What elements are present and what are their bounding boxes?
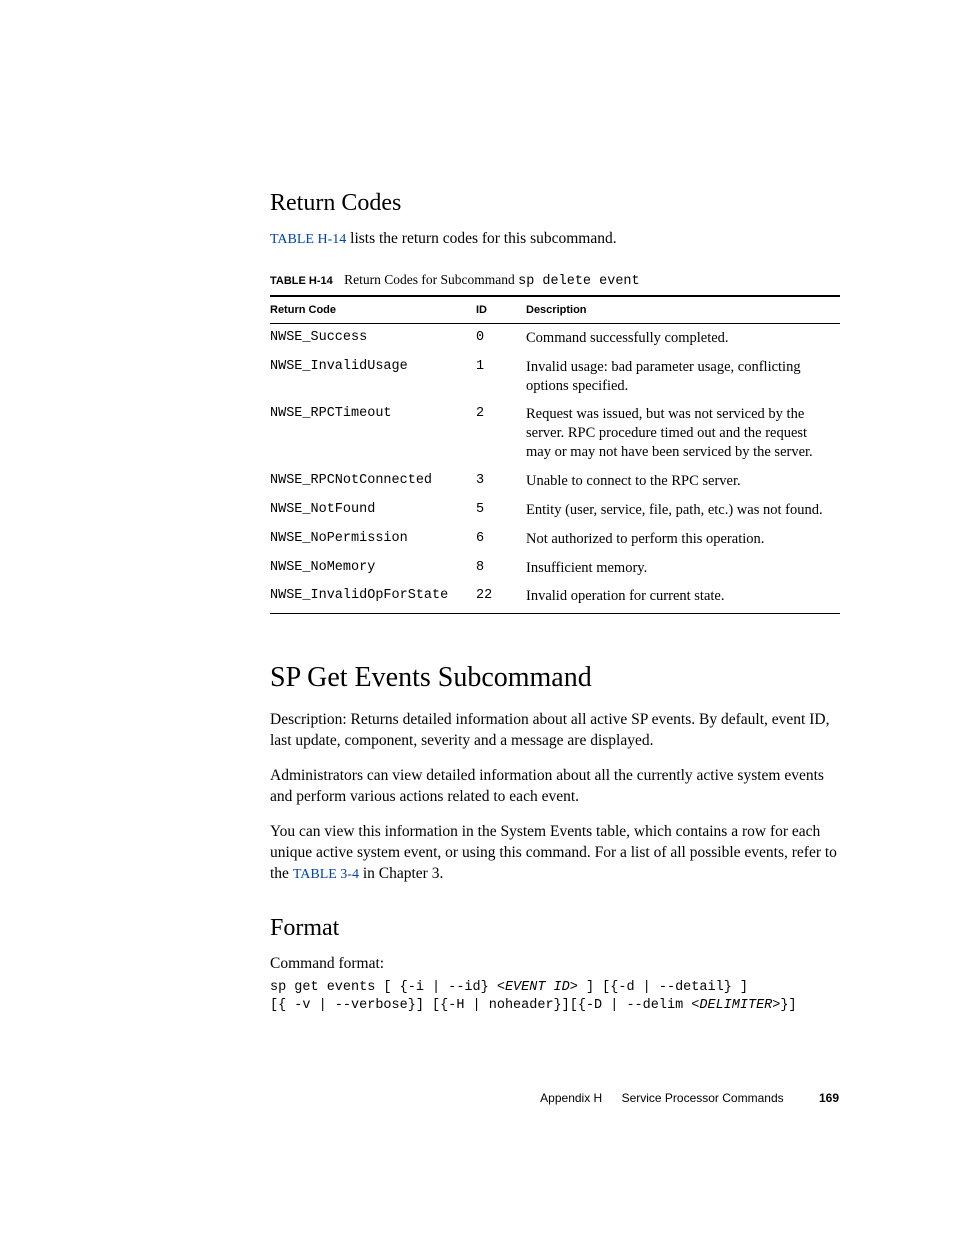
- para3-post: in Chapter 3.: [359, 865, 443, 882]
- return-codes-heading: Return Codes: [270, 190, 840, 217]
- cell-return-code: NWSE_NoPermission: [270, 525, 476, 554]
- footer-page-number: 169: [819, 1091, 839, 1105]
- cell-description: Invalid operation for current state.: [526, 582, 840, 613]
- cell-id: 2: [476, 400, 526, 467]
- col-header-return-code: Return Code: [270, 296, 476, 324]
- cell-return-code: NWSE_RPCNotConnected: [270, 467, 476, 496]
- cell-description: Invalid usage: bad parameter usage, conf…: [526, 353, 840, 401]
- footer-title: Service Processor Commands: [622, 1091, 784, 1105]
- page-footer: Appendix H Service Processor Commands 16…: [540, 1091, 839, 1105]
- cell-id: 0: [476, 323, 526, 352]
- footer-appendix: Appendix H: [540, 1091, 602, 1105]
- sp-get-events-para3: You can view this information in the Sys…: [270, 822, 840, 885]
- intro-suffix: lists the return codes for this subcomma…: [346, 230, 616, 247]
- table-row: NWSE_NoMemory8Insufficient memory.: [270, 554, 840, 583]
- cell-return-code: NWSE_RPCTimeout: [270, 400, 476, 467]
- sp-get-events-para1: Description: Returns detailed informatio…: [270, 710, 840, 752]
- cell-description: Not authorized to perform this operation…: [526, 525, 840, 554]
- cell-return-code: NWSE_NotFound: [270, 496, 476, 525]
- page-content: Return Codes TABLE H-14 lists the return…: [270, 190, 840, 1015]
- table-row: NWSE_InvalidUsage1Invalid usage: bad par…: [270, 353, 840, 401]
- table-caption-text: Return Codes for Subcommand: [344, 272, 518, 287]
- cell-return-code: NWSE_Success: [270, 323, 476, 352]
- cmd-ital2: DELIMITER: [699, 998, 772, 1013]
- cell-id: 6: [476, 525, 526, 554]
- return-codes-intro: TABLE H-14 lists the return codes for th…: [270, 229, 840, 250]
- cell-id: 3: [476, 467, 526, 496]
- cell-return-code: NWSE_InvalidUsage: [270, 353, 476, 401]
- cell-return-code: NWSE_NoMemory: [270, 554, 476, 583]
- col-header-description: Description: [526, 296, 840, 324]
- table-row: NWSE_NoPermission6Not authorized to perf…: [270, 525, 840, 554]
- cell-id: 5: [476, 496, 526, 525]
- table-row: NWSE_RPCNotConnected3Unable to connect t…: [270, 467, 840, 496]
- command-format-lead: Command format:: [270, 954, 840, 975]
- cmd-seg1: sp get events [ {-i | --id} <: [270, 980, 505, 995]
- table-caption: TABLE H-14 Return Codes for Subcommand s…: [270, 272, 840, 289]
- cell-id: 1: [476, 353, 526, 401]
- table-row: NWSE_NotFound5Entity (user, service, fil…: [270, 496, 840, 525]
- cell-return-code: NWSE_InvalidOpForState: [270, 582, 476, 613]
- cell-description: Command successfully completed.: [526, 323, 840, 352]
- sp-get-events-para2: Administrators can view detailed informa…: [270, 766, 840, 808]
- cell-description: Unable to connect to the RPC server.: [526, 467, 840, 496]
- cell-description: Insufficient memory.: [526, 554, 840, 583]
- cell-description: Request was issued, but was not serviced…: [526, 400, 840, 467]
- col-header-id: ID: [476, 296, 526, 324]
- table-row: NWSE_RPCTimeout2Request was issued, but …: [270, 400, 840, 467]
- cell-id: 8: [476, 554, 526, 583]
- table-row: NWSE_InvalidOpForState22Invalid operatio…: [270, 582, 840, 613]
- cmd-ital1: EVENT ID: [505, 980, 570, 995]
- table-row: NWSE_Success0Command successfully comple…: [270, 323, 840, 352]
- table-label: TABLE H-14: [270, 275, 333, 287]
- sp-get-events-heading: SP Get Events Subcommand: [270, 662, 840, 694]
- cell-description: Entity (user, service, file, path, etc.)…: [526, 496, 840, 525]
- table-h14-link-inline[interactable]: TABLE H-14: [270, 232, 346, 247]
- format-heading: Format: [270, 915, 840, 942]
- cmd-seg3: >}]: [772, 998, 796, 1013]
- table-caption-cmd: sp delete event: [518, 274, 640, 289]
- command-format-code: sp get events [ {-i | --id} <EVENT ID> ]…: [270, 979, 840, 1015]
- table-3-4-link[interactable]: TABLE 3-4: [293, 867, 359, 882]
- cell-id: 22: [476, 582, 526, 613]
- return-codes-table: Return Code ID Description NWSE_Success0…: [270, 295, 840, 614]
